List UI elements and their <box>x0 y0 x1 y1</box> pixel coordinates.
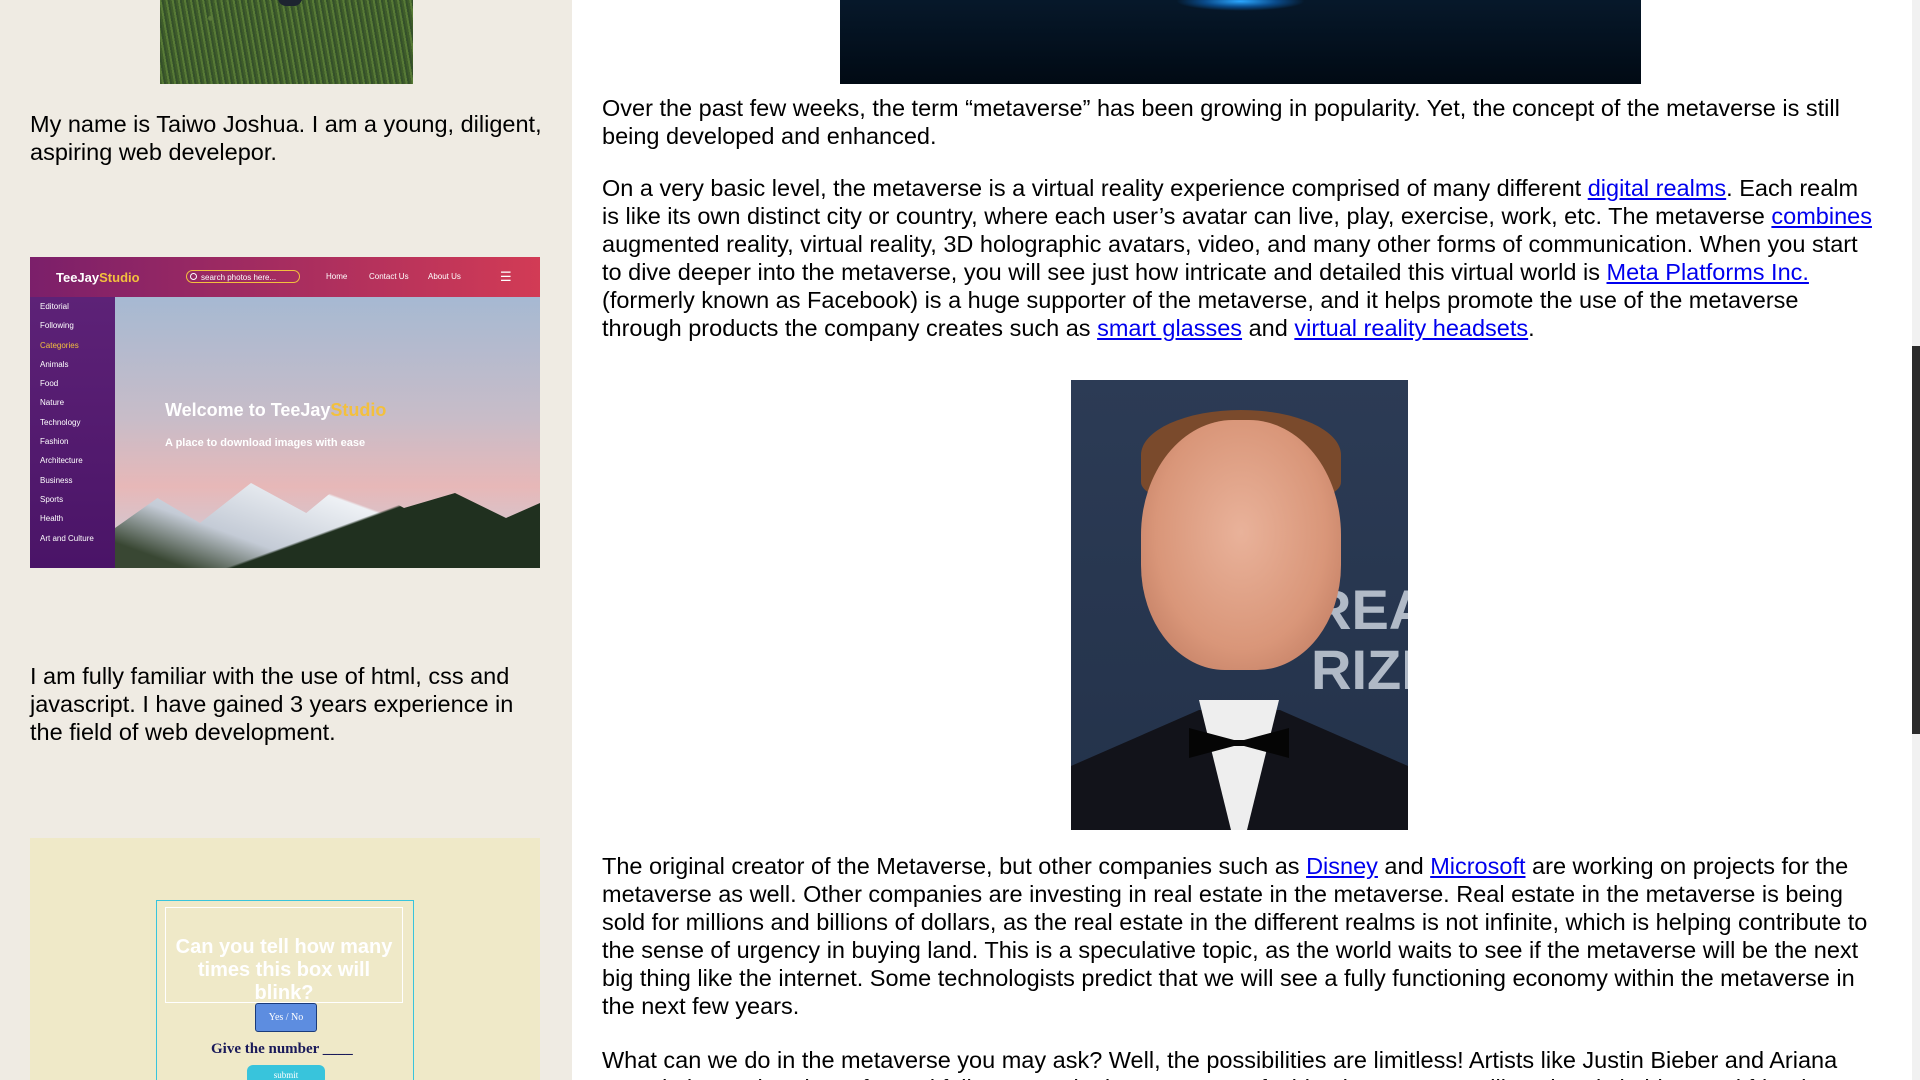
project-thumbnail-teejaystudio[interactable]: TeeJayStudio search photos here... Home … <box>30 257 540 568</box>
thumb-category: Fashion <box>40 437 69 447</box>
thumb-category: Technology <box>40 417 81 427</box>
project-thumbnail-blink-game[interactable]: Can you tell how many times this box wil… <box>30 838 540 1080</box>
thumb-category: Business <box>40 475 73 485</box>
thumb-category: Nature <box>40 398 65 408</box>
link-microsoft[interactable]: Microsoft <box>1430 853 1525 879</box>
intro-text: My name is Taiwo Joshua. I am a young, d… <box>30 111 542 165</box>
thumb-nav-contact: Contact Us <box>369 272 409 281</box>
thumb-category: Animals <box>40 359 69 369</box>
thumb-category: Health <box>40 514 64 524</box>
paragraph-2: On a very basic level, the metaverse is … <box>602 175 1872 341</box>
thumb-tagline: A place to download images with ease <box>165 437 366 449</box>
portfolio-sidebar: My name is Taiwo Joshua. I am a young, d… <box>0 0 572 1080</box>
thumb-category-active: Categories <box>40 340 79 350</box>
link-meta-platforms[interactable]: Meta Platforms Inc. <box>1607 259 1809 285</box>
thumb-category-sidebar: Editorial Following Categories Animals F… <box>30 297 115 568</box>
thumb-category: Art and Culture <box>40 533 94 543</box>
thumb-mountains-image <box>115 478 540 568</box>
experience-text: I am fully familiar with the use of html… <box>30 663 514 745</box>
thumb-search-input: search photos here... <box>186 270 300 283</box>
profile-feet-detail <box>278 0 302 6</box>
thumb-nav-about: About Us <box>428 272 461 281</box>
zuckerberg-portrait-image: REA RIZI <box>1071 380 1408 830</box>
link-combines[interactable]: combines <box>1771 203 1872 229</box>
page-scrollbar[interactable] <box>1912 0 1920 1080</box>
thumb-hero: Welcome to TeeJayStudio A place to downl… <box>115 297 540 568</box>
paragraph-1: Over the past few weeks, the term “metav… <box>602 95 1840 149</box>
thumb-brand: TeeJayStudio <box>56 270 140 285</box>
blink-game-card: Can you tell how many times this box wil… <box>156 900 414 1080</box>
thumb-nav-home: Home <box>326 272 348 281</box>
yes-no-button: Yes / No <box>255 1003 317 1032</box>
paragraph-3: The original creator of the Metaverse, b… <box>602 853 1868 1019</box>
give-number-label: Give the number ____ <box>211 1041 353 1057</box>
portrait-face <box>1141 420 1341 670</box>
link-smart-glasses[interactable]: smart glasses <box>1097 315 1242 341</box>
link-vr-headsets[interactable]: virtual reality headsets <box>1294 315 1528 341</box>
link-digital-realms[interactable]: digital realms <box>1588 175 1726 201</box>
profile-photo <box>160 0 413 84</box>
submit-button: submit <box>247 1065 325 1080</box>
thumb-menu-icon: ☰ <box>500 269 512 284</box>
metaverse-banner-image <box>840 0 1641 84</box>
thumb-category: Following <box>40 321 74 331</box>
thumb-navbar: TeeJayStudio search photos here... Home … <box>30 257 540 297</box>
paragraph-4: What can we do in the metaverse you may … <box>602 1047 1859 1080</box>
link-disney[interactable]: Disney <box>1306 853 1378 879</box>
thumb-category: Editorial <box>40 302 69 311</box>
blink-question: Can you tell how many times this box wil… <box>165 907 403 1004</box>
thumb-welcome-heading: Welcome to TeeJayStudio <box>165 400 387 420</box>
article-main: Over the past few weeks, the term “metav… <box>572 0 1912 1080</box>
scrollbar-thumb[interactable] <box>1912 346 1920 734</box>
thumb-category: Architecture <box>40 456 83 466</box>
thumb-category: Sports <box>40 494 64 504</box>
thumb-category: Food <box>40 379 59 389</box>
